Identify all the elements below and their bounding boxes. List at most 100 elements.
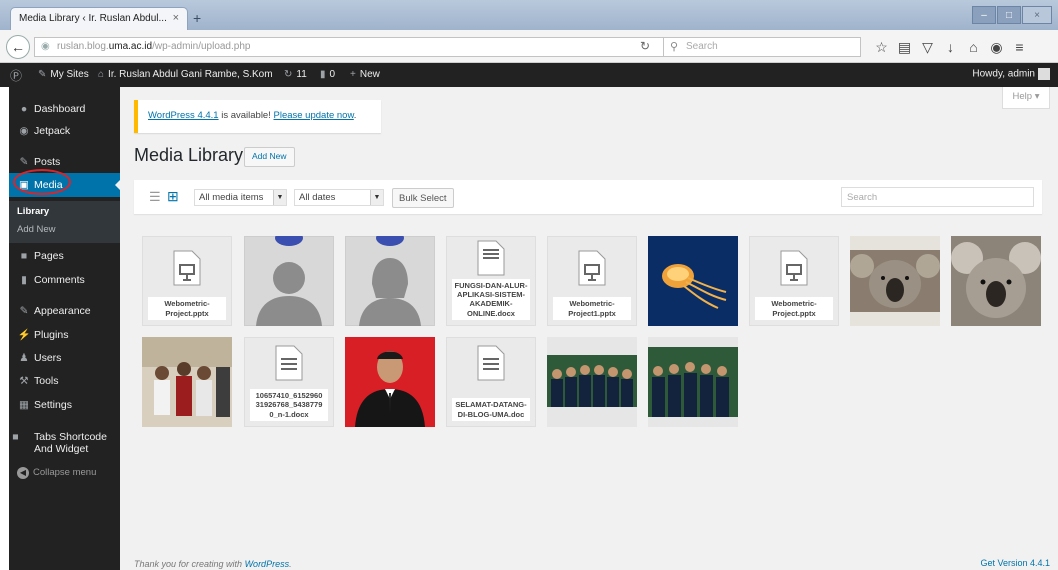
attachment-thumbnail[interactable]	[142, 337, 232, 427]
address-bar[interactable]: ◉ ruslan.blog.uma.ac.id/wp-admin/upload.…	[34, 37, 694, 57]
attachment-thumbnail[interactable]	[648, 236, 738, 326]
attachment-thumbnail[interactable]	[244, 236, 334, 326]
grid-view-icon[interactable]: ⊞	[167, 188, 179, 205]
tab-close-icon[interactable]: ×	[173, 12, 179, 24]
notice-end: .	[353, 110, 357, 121]
sidebar-item-appearance[interactable]: ✎ Appearance	[9, 299, 120, 323]
sidebar-item-label: Pages	[34, 250, 64, 262]
document-file-icon	[477, 240, 505, 276]
attachment-filename: Webometric-Project1.pptx	[553, 297, 631, 320]
reading-list-icon[interactable]: ▤	[893, 38, 916, 56]
close-window-button[interactable]: ×	[1022, 6, 1052, 24]
group-uniform-image	[648, 337, 738, 427]
footer-thanks-prefix: Thank you for creating with	[134, 559, 245, 569]
sidebar-item-plugins[interactable]: ⚡ Plugins	[9, 322, 120, 346]
wordpress-link[interactable]: WordPress	[245, 559, 290, 569]
new-content-link[interactable]: + New	[350, 69, 380, 80]
comments-link[interactable]: ▮ 0	[320, 69, 335, 80]
jellyfish-image	[648, 236, 738, 326]
help-tab-button[interactable]: Help ▾	[1002, 87, 1050, 109]
media-search-input[interactable]: Search	[841, 187, 1034, 207]
browser-search-input[interactable]: ⚲ Search	[663, 37, 861, 57]
plus-icon: +	[350, 69, 356, 80]
site-name-label: Ir. Ruslan Abdul Gani Rambe, S.Kom	[108, 69, 273, 80]
my-account-link[interactable]: Howdy, admin	[972, 68, 1050, 80]
attachment-filename: Webometric-Project.pptx	[755, 297, 833, 320]
sidebar-item-users[interactable]: ♟ Users	[9, 346, 120, 370]
attachment-thumbnail[interactable]: Webometric-Project1.pptx	[547, 236, 637, 326]
avatar	[1038, 68, 1050, 80]
url-domain: uma.ac.id	[108, 41, 153, 52]
attachment-thumbnail[interactable]: 10657410_6152960 31926768_5438779 0_n-1.…	[244, 337, 334, 427]
footer-thanks: Thank you for creating with WordPress.	[134, 559, 292, 569]
sidebar-item-pages[interactable]: ■ Pages	[9, 244, 120, 268]
sidebar-item-comments[interactable]: ▮ Comments	[9, 268, 120, 292]
wordpress-logo-icon[interactable]: Ⓟ	[10, 67, 22, 84]
home-icon[interactable]: ⌂	[962, 38, 985, 56]
attachment-thumbnail[interactable]	[547, 337, 637, 427]
reload-icon[interactable]: ↻	[640, 39, 650, 53]
list-view-icon[interactable]: ☰	[149, 189, 161, 205]
browser-nav-bar: ← ◉ ruslan.blog.uma.ac.id/wp-admin/uploa…	[0, 30, 1058, 63]
maximize-button[interactable]: □	[997, 6, 1021, 24]
back-button[interactable]: ←	[6, 35, 30, 59]
comments-count: 0	[329, 69, 336, 80]
chat-icon[interactable]: ◉	[985, 38, 1008, 56]
attachment-thumbnail[interactable]: SELAMAT-DATANG-DI-BLOG-UMA.doc	[446, 337, 536, 427]
new-tab-button[interactable]: +	[193, 10, 201, 26]
home-icon: ⌂	[98, 69, 105, 80]
download-icon[interactable]: ↓	[939, 38, 962, 56]
submenu-add-new[interactable]: Add New	[17, 224, 56, 235]
sidebar-item-label: Dashboard	[34, 103, 86, 115]
chevron-down-icon: ▼	[370, 190, 383, 205]
sidebar-item-tools[interactable]: ⚒ Tools	[9, 369, 120, 393]
attachment-thumbnail[interactable]: FUNGSI-DAN-ALUR-APLIKASI-SISTEM-AKADEMIK…	[446, 236, 536, 326]
updates-link[interactable]: ↻ 11	[284, 69, 307, 80]
sidebar-item-jetpack[interactable]: ◉ Jetpack	[9, 119, 120, 143]
add-new-button[interactable]: Add New	[244, 147, 295, 167]
sidebar-item-settings[interactable]: ▦ Settings	[9, 393, 120, 417]
attachment-thumbnail[interactable]	[850, 236, 940, 326]
attachment-thumbnail[interactable]: Webometric-Project.pptx	[749, 236, 839, 326]
my-sites-link[interactable]: ✎ My Sites	[38, 69, 89, 80]
wrench-icon: ⚒	[19, 375, 29, 387]
portrait-image	[345, 337, 435, 427]
search-icon: ⚲	[670, 41, 679, 53]
get-version-link[interactable]: Get Version 4.4.1	[980, 558, 1050, 568]
minimize-button[interactable]: –	[972, 6, 996, 24]
site-name-link[interactable]: ⌂ Ir. Ruslan Abdul Gani Rambe, S.Kom	[98, 69, 273, 80]
dashboard-icon: ●	[20, 103, 28, 115]
koala-image	[850, 236, 940, 326]
update-now-link[interactable]: Please update now	[274, 110, 354, 121]
footer-thanks-suffix: .	[289, 559, 292, 569]
date-select[interactable]: All dates ▼	[294, 189, 384, 206]
attachment-thumbnail[interactable]	[648, 337, 738, 427]
wordpress-version-link[interactable]: WordPress 4.4.1	[148, 110, 219, 121]
comments-icon: ▮	[21, 274, 27, 286]
attachment-filename: SELAMAT-DATANG-DI-BLOG-UMA.doc	[452, 398, 530, 421]
group-uniform-image	[547, 337, 637, 427]
sidebar-item-dashboard[interactable]: ● Dashboard	[9, 97, 120, 121]
main-content: Help ▾ WordPress 4.4.1 is available! Ple…	[120, 87, 1058, 570]
sidebar-item-label: Comments	[34, 274, 85, 286]
submenu-library[interactable]: Library	[17, 206, 49, 217]
attachment-thumbnail[interactable]	[345, 337, 435, 427]
site-identity-icon[interactable]: ◉	[41, 41, 50, 52]
attachment-filename: Webometric-Project.pptx	[148, 297, 226, 320]
users-icon: ♟	[19, 352, 29, 364]
star-icon[interactable]: ☆	[870, 38, 893, 56]
attachment-thumbnail[interactable]	[951, 236, 1041, 326]
sidebar-item-tabs-shortcode[interactable]: ■ Tabs Shortcode And Widget	[9, 425, 120, 459]
my-sites-icon: ✎	[38, 69, 47, 80]
media-type-select[interactable]: All media items ▼	[194, 189, 287, 206]
settings-icon: ▦	[19, 399, 29, 411]
jetpack-icon: ◉	[19, 125, 29, 137]
attachment-thumbnail[interactable]	[345, 236, 435, 326]
menu-icon[interactable]: ≡	[1008, 38, 1031, 56]
date-value: All dates	[299, 192, 336, 203]
collapse-menu-button[interactable]: ◀ Collapse menu	[17, 467, 96, 479]
bulk-select-button[interactable]: Bulk Select	[392, 188, 454, 208]
pocket-icon[interactable]: ▽	[916, 38, 939, 56]
browser-tab[interactable]: Media Library ‹ Ir. Ruslan Abdul... ×	[10, 7, 188, 30]
attachment-thumbnail[interactable]: Webometric-Project.pptx	[142, 236, 232, 326]
